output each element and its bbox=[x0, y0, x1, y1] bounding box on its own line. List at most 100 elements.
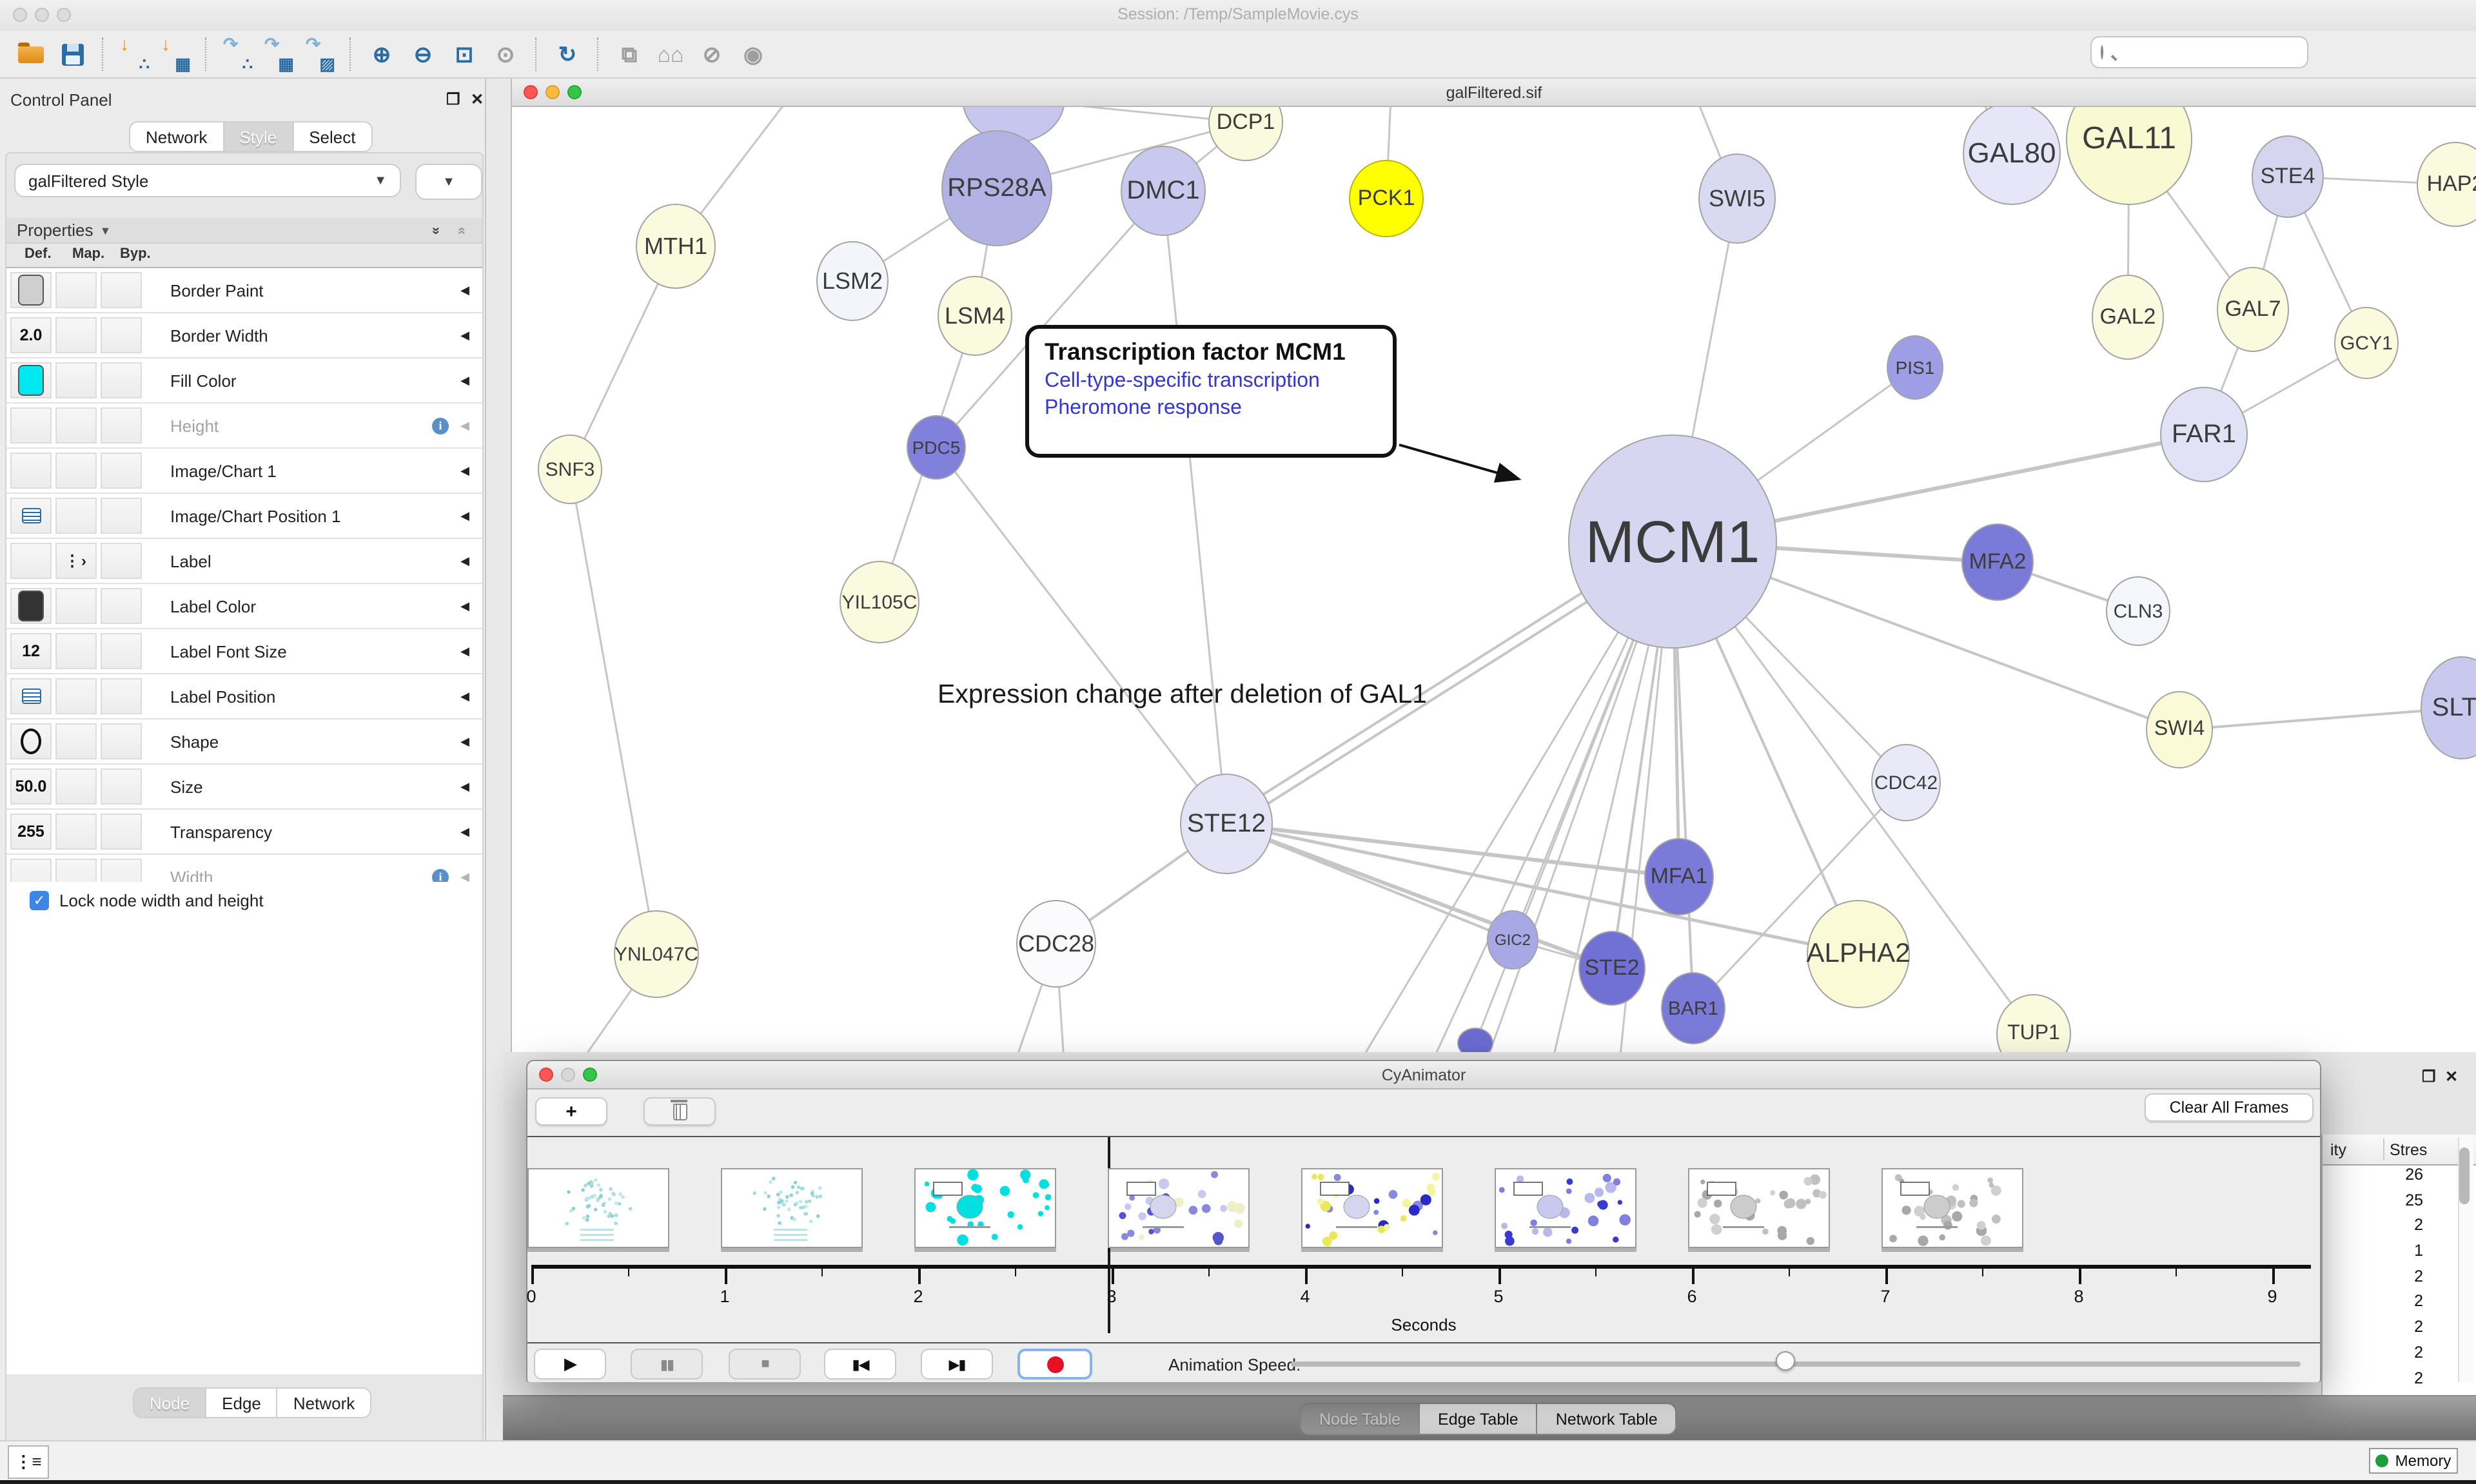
search-box[interactable] bbox=[2090, 36, 2308, 68]
bypass-cell[interactable] bbox=[101, 317, 142, 353]
control-panel-float-icon[interactable]: ❒ bbox=[446, 90, 460, 108]
default-value-cell[interactable]: 50.0 bbox=[10, 768, 52, 805]
clear-all-frames-button[interactable]: Clear All Frames bbox=[2145, 1093, 2314, 1122]
zoom-in-button[interactable]: ⊕ bbox=[362, 35, 401, 73]
network-node-lsm4[interactable]: LSM4 bbox=[938, 276, 1012, 356]
property-row-image-chart-position-1[interactable]: Image/Chart Position 1◀ bbox=[6, 494, 482, 539]
table-cell[interactable]: 1 bbox=[2323, 1242, 2428, 1267]
network-node-gal2[interactable]: GAL2 bbox=[2092, 275, 2164, 360]
bypass-cell[interactable] bbox=[101, 498, 142, 534]
network-node-swi5[interactable]: SWI5 bbox=[1698, 153, 1776, 244]
network-node-swi4[interactable]: SWI4 bbox=[2146, 691, 2213, 768]
save-session-button[interactable] bbox=[53, 35, 92, 73]
expand-row-icon[interactable]: ◀ bbox=[460, 644, 469, 658]
lock-size-checkbox[interactable]: ✓ bbox=[30, 890, 49, 910]
mapping-cell[interactable] bbox=[55, 407, 97, 444]
hide-details-button[interactable]: ⊘ bbox=[693, 35, 731, 73]
network-node-bar1[interactable]: BAR1 bbox=[1661, 972, 1725, 1044]
network-node-gal7[interactable]: GAL7 bbox=[2217, 267, 2289, 352]
collapse-all-icon[interactable]: « bbox=[454, 227, 469, 235]
network-node-snf3[interactable]: SNF3 bbox=[538, 434, 602, 504]
annotation-link[interactable]: Cell-type-specific transcription bbox=[1045, 370, 1377, 393]
mapping-cell[interactable] bbox=[55, 317, 97, 353]
property-row-size[interactable]: 50.0Size◀ bbox=[6, 765, 482, 810]
property-row-transparency[interactable]: 255Transparency◀ bbox=[6, 810, 482, 855]
property-row-label-color[interactable]: Label Color◀ bbox=[6, 584, 482, 629]
task-history-button[interactable]: ⋮≡ bbox=[8, 1445, 49, 1479]
timeline-frame-4[interactable] bbox=[1301, 1168, 1443, 1248]
mapping-cell[interactable] bbox=[55, 272, 97, 308]
tab-edge[interactable]: Edge bbox=[206, 1387, 278, 1418]
network-node-yil105c[interactable]: YIL105C bbox=[840, 561, 919, 643]
refresh-button[interactable]: ↻ bbox=[548, 35, 587, 73]
tab-node-table[interactable]: Node Table bbox=[1300, 1403, 1420, 1435]
annotation-box[interactable]: Transcription factor MCM1 Cell-type-spec… bbox=[1025, 325, 1397, 458]
last-frame-button[interactable]: ▶▮ bbox=[921, 1349, 993, 1380]
delete-frame-button[interactable] bbox=[644, 1097, 716, 1126]
mapping-cell[interactable] bbox=[55, 768, 97, 805]
timeline-frame-2[interactable] bbox=[914, 1168, 1056, 1248]
bypass-cell[interactable] bbox=[101, 678, 142, 714]
expand-row-icon[interactable]: ◀ bbox=[460, 554, 469, 568]
network-node-cdc28[interactable]: CDC28 bbox=[1016, 900, 1096, 988]
property-row-border-width[interactable]: 2.0Border Width◀ bbox=[6, 313, 482, 358]
property-row-height[interactable]: Heighti◀ bbox=[6, 404, 482, 449]
network-canvas[interactable]: GAL11GAL80DCP1DMC1PCK1RPS28AMTH1LSM2LSM4… bbox=[512, 107, 2476, 1052]
expand-row-icon[interactable]: ◀ bbox=[460, 328, 469, 342]
network-node-mfa2[interactable]: MFA2 bbox=[1961, 523, 2034, 601]
property-row-label-font-size[interactable]: 12Label Font Size◀ bbox=[6, 629, 482, 674]
timeline-frame-5[interactable] bbox=[1495, 1168, 1636, 1248]
column-divider[interactable] bbox=[2383, 1138, 2384, 1160]
mapping-cell[interactable] bbox=[55, 723, 97, 759]
mapping-cell[interactable]: ⋮› bbox=[55, 543, 97, 579]
mapping-cell[interactable] bbox=[55, 633, 97, 669]
bypass-cell[interactable] bbox=[101, 543, 142, 579]
property-row-fill-color[interactable]: Fill Color◀ bbox=[6, 358, 482, 404]
network-node-ste12[interactable]: STE12 bbox=[1180, 774, 1273, 874]
mapping-cell[interactable] bbox=[55, 678, 97, 714]
expand-row-icon[interactable]: ◀ bbox=[460, 418, 469, 433]
tab-network[interactable]: Network bbox=[129, 121, 224, 152]
table-panel-close-icon[interactable]: ✕ bbox=[2445, 1068, 2458, 1086]
default-value-cell[interactable] bbox=[10, 723, 52, 759]
bypass-cell[interactable] bbox=[101, 407, 142, 444]
record-button[interactable] bbox=[1017, 1349, 1092, 1380]
zoom-selected-button[interactable]: ⊙ bbox=[486, 35, 525, 73]
tab-node[interactable]: Node bbox=[133, 1387, 206, 1418]
table-panel-float-icon[interactable]: ❒ bbox=[2422, 1068, 2436, 1086]
import-table-button[interactable]: ↓▦ bbox=[156, 35, 195, 73]
network-node-cln3[interactable]: CLN3 bbox=[2106, 576, 2170, 646]
default-value-cell[interactable] bbox=[10, 678, 52, 714]
bypass-cell[interactable] bbox=[101, 588, 142, 624]
network-node-gcy1[interactable]: GCY1 bbox=[2334, 307, 2399, 379]
bypass-cell[interactable] bbox=[101, 723, 142, 759]
bypass-cell[interactable] bbox=[101, 272, 142, 308]
timeline[interactable]: Seconds 0123456789 bbox=[527, 1137, 2320, 1342]
find-button[interactable]: ⌂⌂ bbox=[651, 35, 690, 73]
mapping-cell[interactable] bbox=[55, 498, 97, 534]
import-network-button[interactable]: ↓∴ bbox=[115, 35, 153, 73]
mapping-cell[interactable] bbox=[55, 588, 97, 624]
expand-row-icon[interactable]: ◀ bbox=[460, 283, 469, 297]
mapping-cell[interactable] bbox=[55, 814, 97, 850]
clipboard-button[interactable]: ⧉ bbox=[610, 35, 649, 73]
property-row-label[interactable]: ⋮›Label◀ bbox=[6, 539, 482, 584]
expand-row-icon[interactable]: ◀ bbox=[460, 373, 469, 387]
default-value-cell[interactable]: 12 bbox=[10, 633, 52, 669]
open-session-button[interactable] bbox=[12, 35, 50, 73]
mapping-cell[interactable] bbox=[55, 453, 97, 489]
property-row-label-position[interactable]: Label Position◀ bbox=[6, 674, 482, 719]
network-node-ste4[interactable]: STE4 bbox=[2252, 135, 2324, 218]
show-details-button[interactable]: ◉ bbox=[734, 35, 772, 73]
network-node-pis1[interactable]: PIS1 bbox=[1887, 335, 1943, 400]
default-value-cell[interactable]: 2.0 bbox=[10, 317, 52, 353]
expand-row-icon[interactable]: ◀ bbox=[460, 599, 469, 613]
default-value-cell[interactable] bbox=[10, 453, 52, 489]
network-node-far1[interactable]: FAR1 bbox=[2160, 387, 2248, 482]
timeline-frame-7[interactable] bbox=[1882, 1168, 2023, 1248]
play-button[interactable]: ▶ bbox=[534, 1349, 606, 1380]
search-input[interactable] bbox=[2110, 42, 2315, 63]
expand-row-icon[interactable]: ◀ bbox=[460, 779, 469, 794]
network-node-lsm2[interactable]: LSM2 bbox=[816, 241, 889, 321]
network-node-gic2[interactable]: GIC2 bbox=[1487, 910, 1538, 970]
